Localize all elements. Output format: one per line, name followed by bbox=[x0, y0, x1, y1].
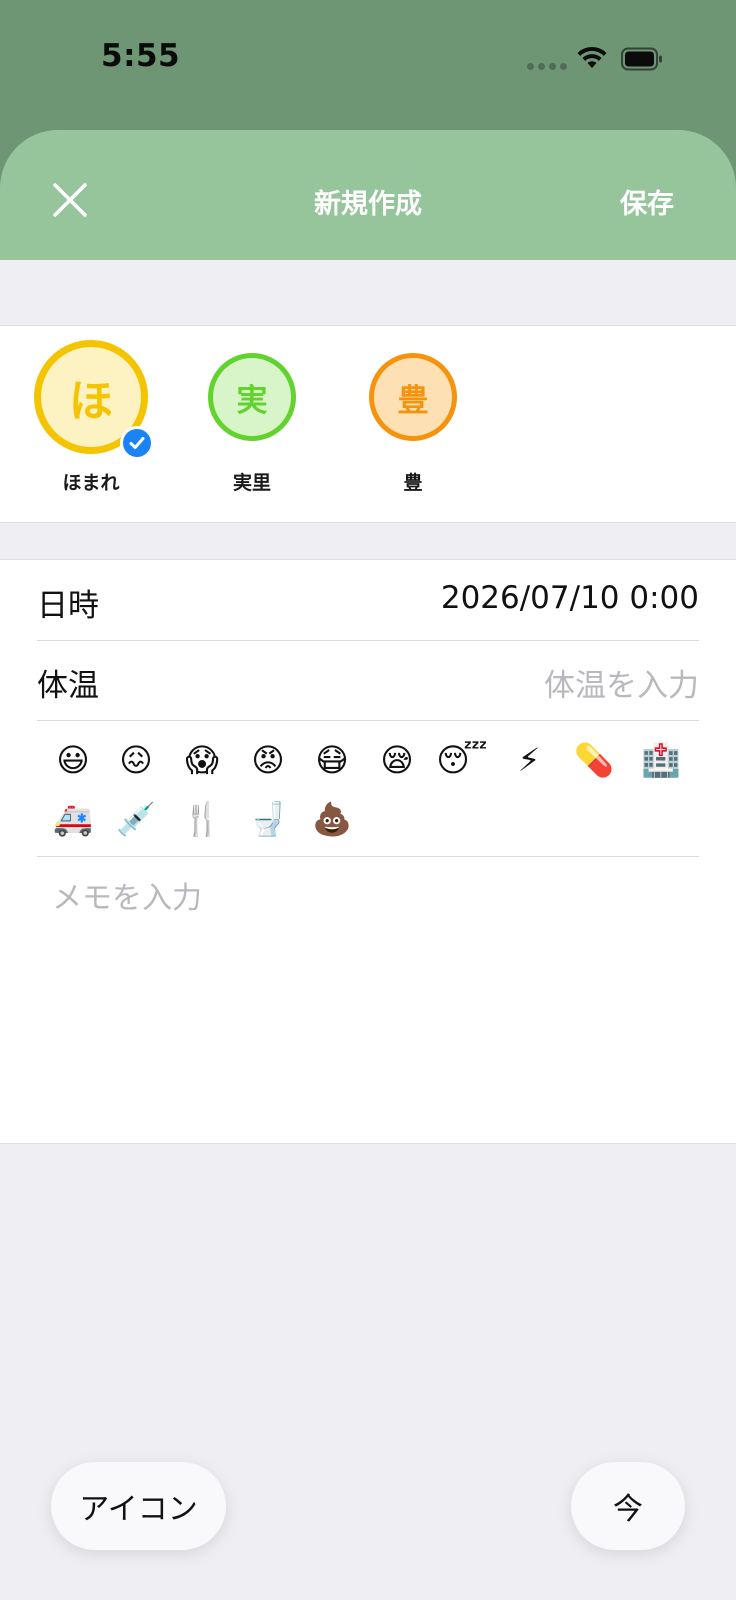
temperature-input[interactable]: 体温を入力 bbox=[544, 660, 699, 705]
emoji-toilet[interactable]: 🚽 bbox=[243, 794, 293, 844]
profile-selector: ほ ほまれ 実 実里 豊 豊 bbox=[0, 325, 736, 523]
emoji-ambulance[interactable]: 🚑 bbox=[48, 794, 98, 844]
wifi-icon bbox=[577, 46, 607, 68]
avatar-initial: 豊 bbox=[397, 382, 429, 419]
emoji-smile[interactable]: 😃 bbox=[48, 735, 98, 785]
cellular-signal-icon bbox=[527, 63, 567, 70]
emoji-angry[interactable]: 😡 bbox=[243, 735, 293, 785]
emoji-sleepy[interactable]: 😪 bbox=[372, 735, 422, 785]
emoji-hospital[interactable]: 🏥 bbox=[636, 735, 686, 785]
emoji-lightning[interactable]: ⚡ bbox=[504, 735, 554, 785]
temperature-row: 体温 体温を入力 bbox=[37, 640, 699, 721]
emoji-mask[interactable]: 😷 bbox=[307, 735, 357, 785]
datetime-label: 日時 bbox=[37, 588, 99, 624]
avatar-initial: ほ bbox=[69, 376, 113, 427]
datetime-row[interactable]: 日時 2026/07/10 0:00 bbox=[37, 560, 699, 641]
status-time: 5:55 bbox=[101, 38, 181, 74]
emoji-fork-knife[interactable]: 🍴 bbox=[177, 794, 227, 844]
memo-input[interactable]: メモを入力 bbox=[52, 873, 202, 917]
profile-name: 豊 bbox=[403, 472, 423, 494]
save-button[interactable]: 保存 bbox=[620, 182, 674, 221]
emoji-confounded[interactable]: 😖 bbox=[111, 735, 161, 785]
avatar: 豊 bbox=[369, 353, 457, 441]
emoji-poop[interactable]: 💩 bbox=[307, 794, 357, 844]
emoji-scream[interactable]: 😱 bbox=[177, 735, 227, 785]
emoji-pill[interactable]: 💊 bbox=[569, 735, 619, 785]
profile-homare[interactable]: ほ ほまれ bbox=[21, 326, 161, 522]
avatar-initial: 実 bbox=[236, 382, 268, 419]
profile-name: 実里 bbox=[232, 472, 271, 494]
emoji-syringe[interactable]: 💉 bbox=[111, 794, 161, 844]
battery-icon bbox=[621, 47, 662, 71]
avatar: 実 bbox=[208, 353, 296, 441]
profile-yutaka[interactable]: 豊 豊 bbox=[343, 326, 483, 522]
profile-minori[interactable]: 実 実里 bbox=[182, 326, 322, 522]
datetime-value[interactable]: 2026/07/10 0:00 bbox=[441, 580, 699, 616]
now-button[interactable]: 今 bbox=[571, 1462, 685, 1550]
icon-button[interactable]: アイコン bbox=[51, 1462, 226, 1550]
temperature-label: 体温 bbox=[37, 668, 99, 704]
entry-form: 日時 2026/07/10 0:00 体温 体温を入力 😃 😖 😱 😡 😷 😪 … bbox=[0, 559, 736, 1144]
emoji-sleeping[interactable]: 😴 bbox=[436, 735, 487, 785]
profile-name: ほまれ bbox=[62, 472, 120, 494]
checkmark-icon bbox=[120, 426, 154, 460]
emoji-picker: 😃 😖 😱 😡 😷 😪 😴 ⚡ 💊 🏥 🚑 💉 🍴 🚽 💩 bbox=[37, 720, 699, 857]
